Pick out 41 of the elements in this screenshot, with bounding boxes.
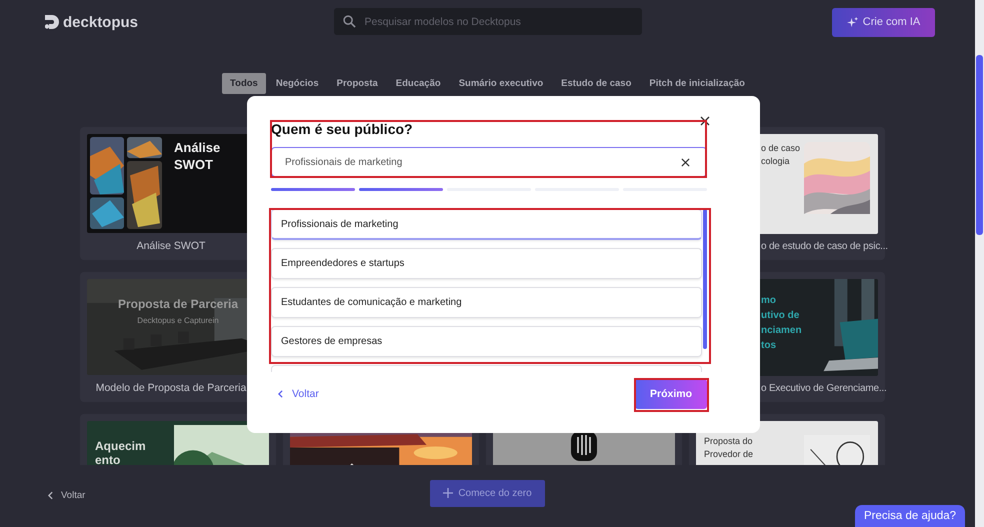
chevron-left-icon: [48, 491, 53, 500]
template-card[interactable]: Aquecim ento: [80, 414, 276, 465]
category-tab[interactable]: Proposta: [328, 73, 386, 94]
audience-input-field[interactable]: Profissionais de marketing: [271, 147, 707, 177]
chevron-left-icon: [278, 390, 283, 398]
sparkle-icon: [846, 16, 858, 28]
close-icon[interactable]: [700, 116, 710, 126]
slide-title: Proposta de Parceria: [116, 297, 240, 311]
slide-title: mo utivo de nciamen tos: [761, 294, 802, 353]
slide-title: Análise SWOT: [174, 139, 220, 174]
microphone-icon: [570, 431, 598, 461]
category-tab[interactable]: Estudo de caso: [553, 73, 640, 94]
slide-title: Proposta do Provedor de: [704, 435, 754, 461]
create-with-ai-button[interactable]: Crie com IA: [832, 8, 935, 36]
back-link[interactable]: Voltar: [48, 490, 86, 501]
category-tab[interactable]: Negócios: [268, 73, 327, 94]
category-tab[interactable]: Todos: [222, 73, 266, 94]
template-caption: o de estudo de caso de psic...: [760, 240, 888, 254]
template-caption: Análise SWOT: [136, 239, 206, 254]
category-tab[interactable]: Pitch de inicialização: [641, 73, 753, 94]
help-button[interactable]: Precisa de ajuda?: [855, 505, 965, 527]
audience-option[interactable]: Profissionais de marketing: [271, 209, 702, 240]
scrollbar-thumb[interactable]: [976, 55, 983, 235]
search-icon: [342, 15, 356, 28]
slide-subtitle: Decktopus e Capturein: [136, 316, 220, 325]
template-caption: o Executivo de Gerenciame...: [760, 382, 887, 396]
logo-text: decktopus: [63, 14, 138, 30]
audience-option[interactable]: Gestores de empresas: [271, 326, 702, 357]
next-button[interactable]: Próximo: [635, 379, 707, 409]
slide-title: Aquecim ento: [95, 438, 146, 465]
audience-option[interactable]: Empreendedores e startups: [271, 248, 702, 279]
category-tab[interactable]: Educação: [388, 73, 449, 94]
template-caption: Modelo de Proposta de Parceria: [94, 380, 248, 396]
scrollbar-thumb[interactable]: [703, 209, 707, 349]
clear-icon[interactable]: [681, 158, 690, 166]
category-tab[interactable]: Sumário executivo: [450, 73, 552, 94]
audience-option[interactable]: Estudantes de comunicação e marketing: [271, 287, 702, 318]
slide-title: o de caso cologia: [761, 142, 800, 168]
search-field[interactable]: Pesquisar modelos no Decktopus: [334, 8, 642, 35]
plus-icon: [443, 488, 454, 498]
logo-icon: [45, 15, 59, 29]
